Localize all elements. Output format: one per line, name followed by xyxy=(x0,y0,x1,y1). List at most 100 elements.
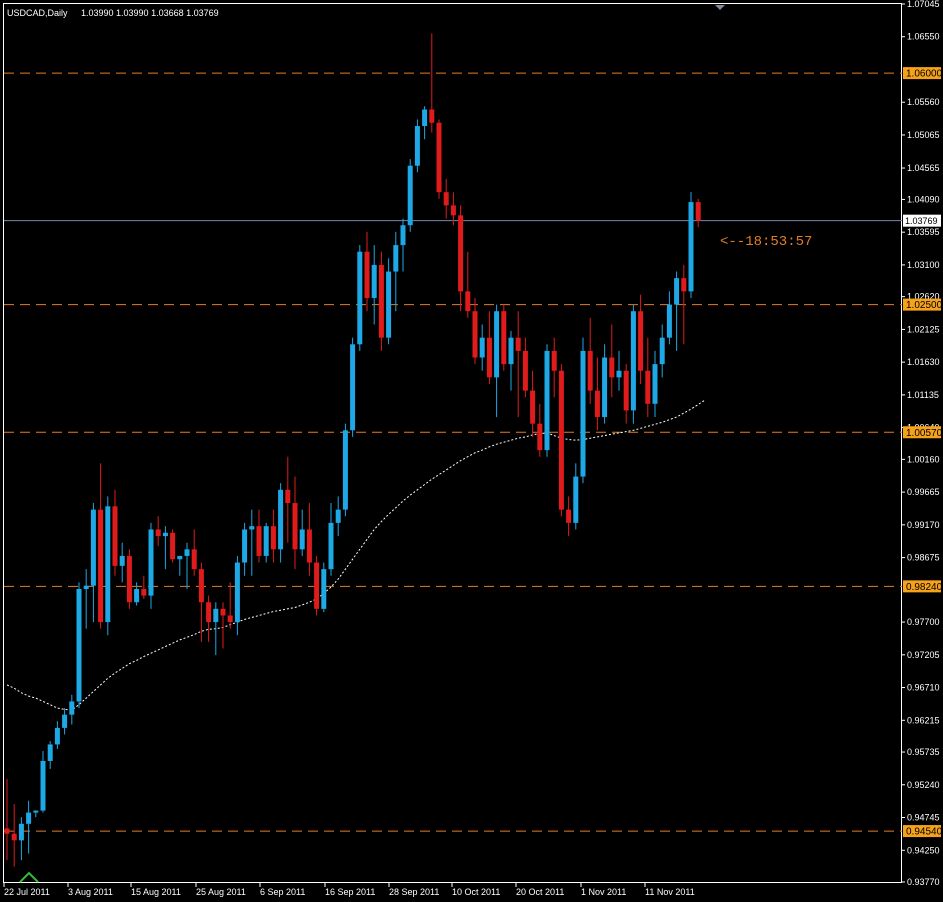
candle-body xyxy=(11,833,17,841)
candle-body xyxy=(393,245,399,272)
chart-shift-marker-icon[interactable] xyxy=(715,5,725,10)
candle-body xyxy=(76,589,82,702)
price-tick-label: 0.98675 xyxy=(907,553,940,563)
price-tick-label: 1.07045 xyxy=(907,0,940,9)
candle-body xyxy=(666,304,672,338)
candle-body xyxy=(681,278,687,292)
candle-body xyxy=(198,569,204,603)
candle-body xyxy=(558,370,564,510)
level-price-label: 0.98240 xyxy=(906,582,943,593)
candle-body xyxy=(350,344,356,431)
candle-countdown-label: <--18:53:57 xyxy=(720,234,812,250)
time-tick-label: 10 Oct 2011 xyxy=(452,887,500,897)
price-tick-label: 0.93770 xyxy=(907,877,940,887)
candle-body xyxy=(83,585,89,590)
candle-body xyxy=(227,615,233,623)
candle-body xyxy=(119,555,125,566)
candle-body xyxy=(314,562,320,609)
candle-body xyxy=(54,727,60,745)
candle-body xyxy=(242,529,248,563)
candle-body xyxy=(386,271,392,338)
current-price-label: 1.03769 xyxy=(905,216,938,226)
candle-body xyxy=(688,202,694,292)
chart-svg[interactable]: 1.07045 1.06550 1.06000 1.05560 1.05065 1.045… xyxy=(0,0,943,902)
candle-body xyxy=(249,526,255,530)
candle-body xyxy=(270,526,276,550)
chart-window[interactable]: 1.07045 1.06550 1.06000 1.05560 1.05065 1.045… xyxy=(0,0,943,902)
arrow-up-icon xyxy=(19,871,39,883)
level-price-label: 0.94540 xyxy=(906,827,943,838)
candle-body xyxy=(40,760,46,811)
candle-body xyxy=(357,251,363,345)
price-tick-label: 1.02125 xyxy=(907,324,940,334)
candle-body xyxy=(458,215,464,292)
price-tick-label: 1.05560 xyxy=(907,97,940,107)
candle-body xyxy=(256,526,262,556)
candle-body xyxy=(501,311,507,365)
candle-body xyxy=(134,589,140,603)
candle-body xyxy=(652,364,658,404)
candle-body xyxy=(594,390,600,418)
price-tick-label: 0.94250 xyxy=(907,845,940,855)
candle-body xyxy=(206,602,212,623)
candle-body xyxy=(155,529,161,537)
symbol-timeframe-label: USDCAD,Daily xyxy=(7,8,68,18)
price-tick-label: 1.00160 xyxy=(907,454,940,464)
time-tick-label: 1 Nov 2011 xyxy=(581,887,626,897)
candle-body xyxy=(659,337,665,365)
candle-body xyxy=(436,122,442,193)
candle-body xyxy=(69,701,75,715)
candle-body xyxy=(407,165,413,226)
candle-body xyxy=(580,350,586,477)
candle-body xyxy=(62,714,68,728)
price-axis: 1.07045 1.06550 1.06000 1.05560 1.05065 1.045… xyxy=(902,0,943,887)
price-tick-label: 0.95240 xyxy=(907,780,940,790)
candle-body xyxy=(4,828,10,834)
time-tick-label: 15 Aug 2011 xyxy=(131,887,181,897)
ohlc-values-label: 1.03990 1.03990 1.03668 1.03769 xyxy=(81,8,219,18)
candle-body xyxy=(321,569,327,609)
moving-average-line xyxy=(6,399,706,711)
candle-body xyxy=(26,812,32,824)
candle-body xyxy=(184,549,190,556)
candle-body xyxy=(335,509,341,523)
price-tick-label: 1.01135 xyxy=(907,390,939,400)
candle-body xyxy=(544,350,550,451)
candle-body xyxy=(191,549,197,570)
candle-body xyxy=(278,489,284,550)
candle-body xyxy=(630,311,636,411)
candle-body xyxy=(126,555,132,603)
candle-body xyxy=(537,423,543,451)
price-tick-label: 1.05065 xyxy=(907,130,940,140)
candle-body xyxy=(616,370,622,378)
candle-body xyxy=(494,311,500,378)
candle-body xyxy=(465,291,471,312)
candle-body xyxy=(177,555,183,560)
candle-body xyxy=(33,810,39,813)
price-tick-label: 1.03100 xyxy=(907,260,940,270)
time-axis: 22 Jul 2011 3 Aug 2011 15 Aug 2011 25 Aug 2… xyxy=(3,882,695,897)
candle-body xyxy=(148,529,154,596)
candle-body xyxy=(364,251,370,298)
plot-frame xyxy=(3,3,902,883)
candle-body xyxy=(47,744,53,761)
candle-body xyxy=(472,311,478,358)
price-tick-label: 1.04090 xyxy=(907,194,940,204)
candle-body xyxy=(566,509,572,523)
time-tick-label: 25 Aug 2011 xyxy=(196,887,246,897)
price-tick-label: 0.97700 xyxy=(907,617,940,627)
candle-body xyxy=(220,608,226,616)
candle-body xyxy=(141,589,147,596)
price-tick-label: 0.96710 xyxy=(907,683,940,693)
time-tick-label: 11 Nov 2011 xyxy=(645,887,695,897)
candle-body xyxy=(213,608,219,623)
candle-body xyxy=(234,562,240,623)
candle-body xyxy=(422,109,428,127)
candle-body xyxy=(530,390,536,424)
time-tick-label: 6 Sep 2011 xyxy=(260,887,305,897)
candle-body xyxy=(263,526,269,556)
price-tick-label: 1.06550 xyxy=(907,32,940,42)
price-tick-label: 0.99665 xyxy=(907,487,940,497)
candle-body xyxy=(450,205,456,216)
candle-body xyxy=(400,225,406,246)
